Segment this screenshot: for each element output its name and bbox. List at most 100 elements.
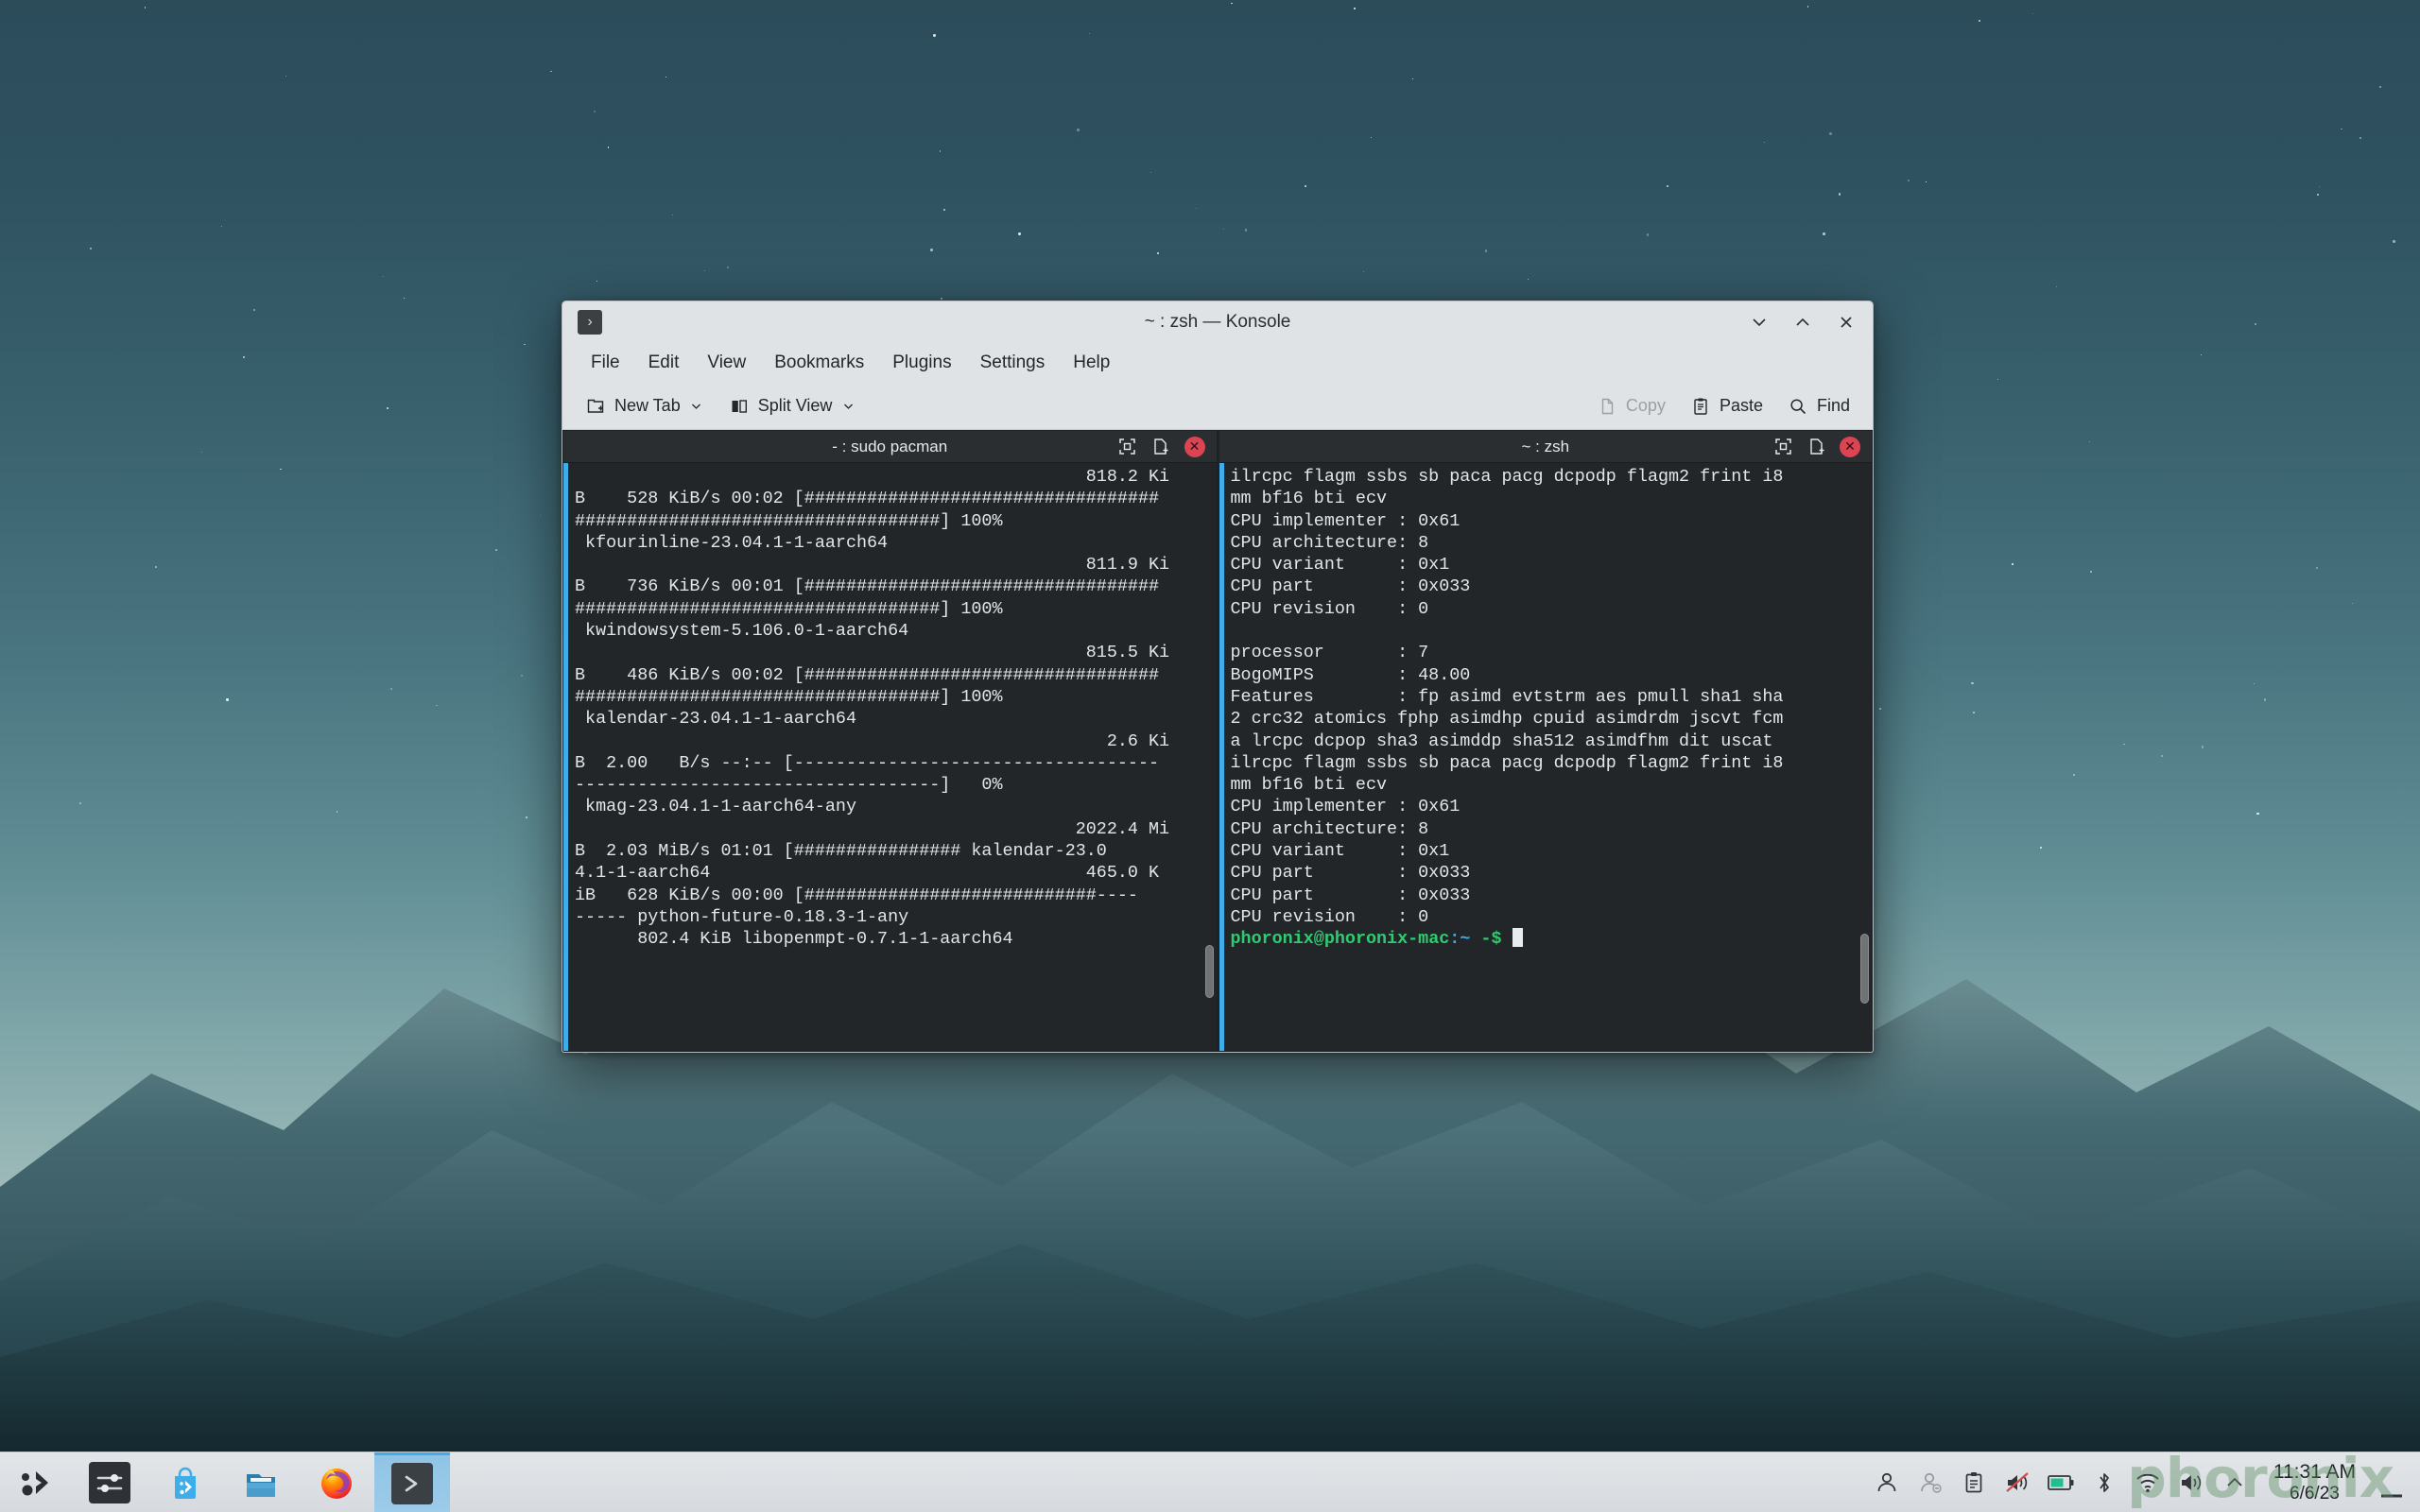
user-account-icon[interactable] [1865,1452,1909,1512]
star [929,249,933,251]
terminal-scrollbar-right[interactable] [1857,463,1872,1051]
star [220,226,222,227]
star [2089,441,2091,443]
menu-plugins[interactable]: Plugins [879,348,964,378]
taskbar-item-dolphin[interactable] [223,1452,299,1512]
terminal-pane-left[interactable]: - : sudo pacman ✕ 818.2 Ki B 528 KiB/s 0… [563,431,1217,1051]
pane-header-right[interactable]: ~ : zsh ✕ [1219,431,1872,463]
close-pane-icon[interactable]: ✕ [1184,436,1205,457]
split-view-chevron-down-icon[interactable] [840,400,856,412]
star [252,308,256,312]
copy-label: Copy [1625,396,1666,415]
maximize-pane-icon[interactable] [1772,436,1794,458]
prompt-path: ~ [1460,929,1471,950]
star [2351,603,2353,605]
new-tab-icon [585,396,606,417]
star [1763,141,1766,144]
user-away-icon[interactable] [1909,1452,1952,1512]
star [1646,233,1649,236]
star [703,269,705,271]
pane-header-buttons-left: ✕ [1116,436,1211,458]
menu-bookmarks[interactable]: Bookmarks [761,348,877,378]
terminal-scrollbar-left[interactable] [1201,463,1217,1051]
minimize-button[interactable] [1740,307,1778,337]
toolbar[interactable]: New Tab Split View Copy Paste Find [562,383,1873,430]
star [1971,681,1975,685]
menu-file[interactable]: File [578,348,633,378]
wifi-icon[interactable] [2126,1452,2169,1512]
clock-date: 6/6/23 [2290,1483,2340,1503]
star [1484,249,1487,252]
taskbar-clock[interactable]: 11:31 AM 6/6/23 [2256,1461,2373,1504]
new-tab-chevron-down-icon[interactable] [689,400,704,412]
star [1150,172,1151,174]
scrollbar-thumb-right[interactable] [1860,933,1869,1005]
maximize-button[interactable] [1784,307,1822,337]
taskbar-item-system-settings[interactable] [72,1452,147,1512]
audio-volume-icon[interactable] [2169,1452,2213,1512]
maximize-pane-icon[interactable] [1116,436,1139,458]
menubar[interactable]: File Edit View Bookmarks Plugins Setting… [562,343,1873,383]
paste-button[interactable]: Paste [1681,391,1772,421]
window-titlebar[interactable]: › ~ : zsh — Konsole [562,301,1873,343]
star [1527,279,1530,281]
kde-application-launcher[interactable] [0,1452,72,1512]
pane-body-right[interactable]: ilrcpc flagm ssbs sb paca pacg dcpodp fl… [1219,463,1872,1051]
star [2378,85,2382,89]
konsole-terminal-icon [391,1463,433,1504]
copy-button[interactable]: Copy [1587,391,1675,421]
copy-icon [1597,396,1617,417]
terminal-output-left[interactable]: 818.2 Ki B 528 KiB/s 00:02 [############… [568,463,1201,1051]
konsole-window[interactable]: › ~ : zsh — Konsole File Edit View Bookm… [562,301,1874,1053]
terminal-pane-right[interactable]: ~ : zsh ✕ ilrcpc flagm ssbs sb paca pacg… [1219,431,1872,1051]
star [387,407,389,409]
show-hidden-icons-icon[interactable] [2213,1452,2256,1512]
star [2316,566,2319,570]
pane-body-left[interactable]: 818.2 Ki B 528 KiB/s 00:02 [############… [563,463,1217,1051]
show-desktop-button[interactable] [2373,1452,2411,1512]
find-button[interactable]: Find [1778,391,1859,421]
taskbar-item-firefox[interactable] [299,1452,374,1512]
dolphin-file-manager-icon [240,1462,282,1503]
star [2393,239,2396,243]
pane-header-left[interactable]: - : sudo pacman ✕ [563,431,1217,463]
taskbar-item-discover[interactable] [147,1452,223,1512]
taskbar[interactable]: 11:31 AM 6/6/23 [0,1452,2420,1512]
menu-view[interactable]: View [694,348,759,378]
star [1089,32,1091,34]
bluetooth-icon[interactable] [2083,1452,2126,1512]
terminal-scrollback-right: ilrcpc flagm ssbs sb paca pacg dcpodp fl… [1230,467,1784,927]
star [2201,354,2203,356]
star [596,280,598,283]
discover-software-center-icon [164,1462,206,1503]
star [939,150,941,152]
star [2360,137,2362,140]
star [1077,129,1080,131]
new-tab-label: New Tab [614,396,681,415]
star [243,356,245,358]
scrollbar-thumb-left[interactable] [1204,945,1214,998]
star [1363,271,1365,273]
close-pane-icon[interactable]: ✕ [1840,436,1860,457]
pane-header-buttons-right: ✕ [1772,436,1866,458]
terminal-output-right[interactable]: ilrcpc flagm ssbs sb paca pacg dcpodp fl… [1224,463,1858,1051]
clipboard-icon[interactable] [1952,1452,1996,1512]
menu-help[interactable]: Help [1060,348,1123,378]
menu-edit[interactable]: Edit [635,348,693,378]
battery-icon[interactable] [2039,1452,2083,1512]
star [1017,232,1021,235]
star [1972,711,1975,713]
new-split-icon[interactable] [1806,436,1828,458]
menu-settings[interactable]: Settings [967,348,1059,378]
taskbar-item-konsole[interactable] [374,1452,450,1512]
star [155,565,158,568]
split-view-button[interactable]: Split View [719,391,866,421]
volume-muted-icon[interactable] [1996,1452,2039,1512]
new-split-icon[interactable] [1150,436,1173,458]
star [1908,180,1910,181]
star [1823,232,1826,235]
close-button[interactable] [1827,307,1865,337]
star [2254,682,2256,684]
new-tab-button[interactable]: New Tab [576,391,714,421]
star [2340,128,2342,130]
